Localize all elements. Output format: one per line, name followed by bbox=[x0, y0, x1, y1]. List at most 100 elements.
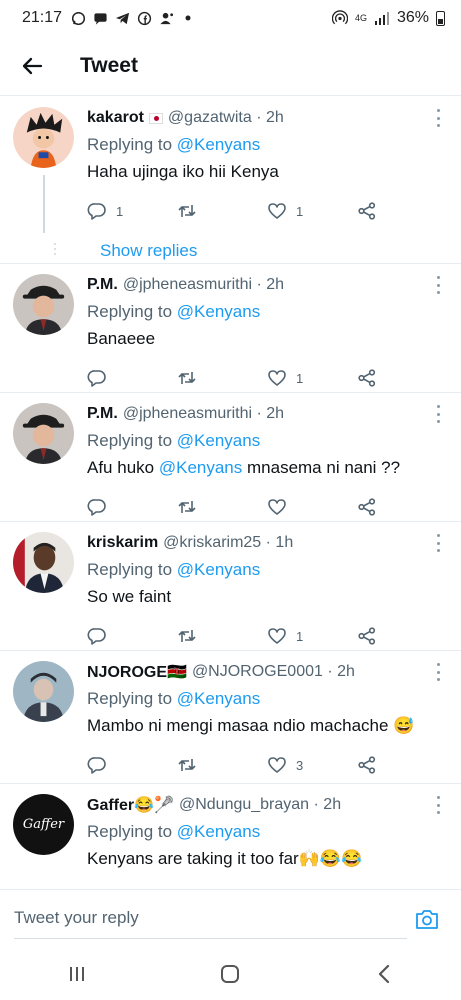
replies-feed[interactable]: kakarot @gazatwita · 2h Replying to @Ken… bbox=[0, 97, 461, 889]
heart-icon bbox=[268, 370, 286, 386]
tweet-text: Kenyans are taking it too far🙌😂😂 bbox=[87, 849, 363, 868]
user-handle[interactable]: @jpheneasmurithi bbox=[123, 405, 252, 423]
page-title: Tweet bbox=[80, 53, 138, 77]
replying-to-mention[interactable]: @Kenyans bbox=[177, 822, 260, 841]
avatar[interactable] bbox=[13, 107, 74, 168]
user-handle[interactable]: @Ndungu_brayan bbox=[179, 796, 309, 814]
display-name[interactable]: Gaffer😂🥍 bbox=[87, 795, 174, 815]
thread-line bbox=[43, 175, 45, 233]
replying-to-mention[interactable]: @Kenyans bbox=[177, 302, 260, 321]
reply-tweet[interactable]: NJOROGE🇰🇪 @NJOROGE0001 · 2h Replying to … bbox=[0, 651, 461, 784]
avatar[interactable] bbox=[13, 403, 74, 464]
signal-icon bbox=[374, 10, 390, 26]
replying-to-mention[interactable]: @Kenyans bbox=[177, 431, 260, 450]
camera-button[interactable] bbox=[407, 899, 447, 939]
retweet-button[interactable] bbox=[177, 497, 267, 517]
reply-button[interactable] bbox=[87, 626, 177, 646]
display-name[interactable]: kakarot bbox=[87, 109, 144, 127]
avatar[interactable] bbox=[13, 661, 74, 722]
tweet-text-mention[interactable]: @Kenyans bbox=[159, 458, 242, 477]
back-button[interactable] bbox=[0, 36, 64, 96]
reply-tweet[interactable]: P.M. @jpheneasmurithi · 2h Replying to @… bbox=[0, 393, 461, 522]
avatar-column bbox=[13, 661, 75, 783]
more-options-button[interactable] bbox=[433, 663, 443, 681]
like-button[interactable]: 3 bbox=[267, 755, 357, 775]
retweet-button[interactable] bbox=[177, 755, 267, 775]
tweet-header: Gaffer😂🥍 @Ndungu_brayan · 2h bbox=[87, 794, 447, 816]
user-handle[interactable]: @NJOROGE0001 bbox=[192, 663, 323, 681]
share-button[interactable] bbox=[357, 201, 377, 221]
replying-to-mention[interactable]: @Kenyans bbox=[177, 560, 260, 579]
display-name[interactable]: kriskarim bbox=[87, 534, 158, 552]
tweet-header: P.M. @jpheneasmurithi · 2h bbox=[87, 274, 447, 296]
reply-tweet[interactable]: P.M. @jpheneasmurithi · 2h Replying to @… bbox=[0, 264, 461, 393]
avatar[interactable] bbox=[13, 274, 74, 335]
more-options-button[interactable] bbox=[433, 109, 443, 127]
status-left: 21:17 bbox=[22, 9, 196, 27]
replying-to-label: Replying to bbox=[87, 135, 173, 154]
thread-dots-icon bbox=[54, 243, 56, 255]
retweet-icon bbox=[178, 372, 196, 384]
replying-to-label: Replying to bbox=[87, 689, 173, 708]
reply-button[interactable] bbox=[87, 497, 177, 517]
reply-input[interactable] bbox=[14, 898, 407, 939]
reply-tweet[interactable]: Gaffer Gaffer😂🥍 @Ndungu_brayan · 2h Repl… bbox=[0, 784, 461, 889]
like-button[interactable]: 1 bbox=[267, 626, 357, 646]
like-count: 3 bbox=[296, 757, 304, 773]
retweet-icon bbox=[178, 205, 196, 217]
more-options-button[interactable] bbox=[433, 796, 443, 814]
display-name[interactable]: P.M. bbox=[87, 405, 118, 423]
status-right: 4G 36% bbox=[331, 9, 445, 27]
tweet-body: Gaffer😂🥍 @Ndungu_brayan · 2h Replying to… bbox=[87, 794, 447, 889]
notification-dot-icon bbox=[180, 10, 196, 26]
like-button[interactable] bbox=[267, 497, 357, 517]
back-nav-button[interactable] bbox=[354, 954, 414, 994]
retweet-button[interactable] bbox=[177, 626, 267, 646]
user-handle[interactable]: @jpheneasmurithi bbox=[123, 276, 252, 294]
replying-to: Replying to @Kenyans bbox=[87, 559, 447, 581]
recent-apps-button[interactable] bbox=[47, 954, 107, 994]
more-options-button[interactable] bbox=[433, 534, 443, 552]
retweet-button[interactable] bbox=[177, 368, 267, 388]
battery-percent: 36% bbox=[396, 9, 429, 26]
replying-to: Replying to @Kenyans bbox=[87, 430, 447, 452]
reply-tweet[interactable]: kriskarim @kriskarim25 · 1h Replying to … bbox=[0, 522, 461, 651]
display-name[interactable]: P.M. bbox=[87, 276, 118, 294]
more-options-button[interactable] bbox=[433, 405, 443, 423]
heart-icon bbox=[268, 499, 286, 515]
reply-tweet[interactable]: kakarot @gazatwita · 2h Replying to @Ken… bbox=[0, 97, 461, 264]
replying-to: Replying to @Kenyans bbox=[87, 301, 447, 323]
avatar[interactable]: Gaffer bbox=[13, 794, 74, 855]
comment-icon bbox=[87, 628, 106, 645]
separator-dot: · bbox=[309, 796, 324, 813]
share-button[interactable] bbox=[357, 626, 377, 646]
home-icon bbox=[221, 964, 240, 983]
like-count: 1 bbox=[296, 628, 304, 644]
recent-apps-icon bbox=[69, 966, 84, 981]
home-button[interactable] bbox=[200, 954, 260, 994]
replying-to-mention[interactable]: @Kenyans bbox=[177, 135, 260, 154]
avatar[interactable] bbox=[13, 532, 74, 593]
tweet-text-end: mnasema ni nani ?? bbox=[247, 458, 401, 477]
separator-dot: · bbox=[261, 534, 276, 551]
show-replies-link[interactable]: Show replies bbox=[100, 241, 197, 261]
like-button[interactable]: 1 bbox=[267, 368, 357, 388]
replying-to-mention[interactable]: @Kenyans bbox=[177, 689, 260, 708]
reply-button[interactable]: 1 bbox=[87, 201, 177, 221]
more-options-button[interactable] bbox=[433, 276, 443, 294]
tweet-time: 2h bbox=[266, 405, 285, 422]
share-button[interactable] bbox=[357, 497, 377, 517]
telegram-icon bbox=[114, 10, 130, 26]
reply-button[interactable] bbox=[87, 368, 177, 388]
user-handle[interactable]: @gazatwita bbox=[168, 109, 252, 127]
like-button[interactable]: 1 bbox=[267, 201, 357, 221]
retweet-button[interactable] bbox=[177, 201, 267, 221]
share-button[interactable] bbox=[357, 755, 377, 775]
share-button[interactable] bbox=[357, 368, 377, 388]
tweet-header: P.M. @jpheneasmurithi · 2h bbox=[87, 403, 447, 425]
user-handle[interactable]: @kriskarim25 bbox=[163, 534, 261, 552]
reply-button[interactable] bbox=[87, 755, 177, 775]
tweet-time: 2h bbox=[265, 109, 284, 126]
display-name[interactable]: NJOROGE🇰🇪 bbox=[87, 662, 187, 682]
tweet-header: kriskarim @kriskarim25 · 1h bbox=[87, 532, 447, 554]
